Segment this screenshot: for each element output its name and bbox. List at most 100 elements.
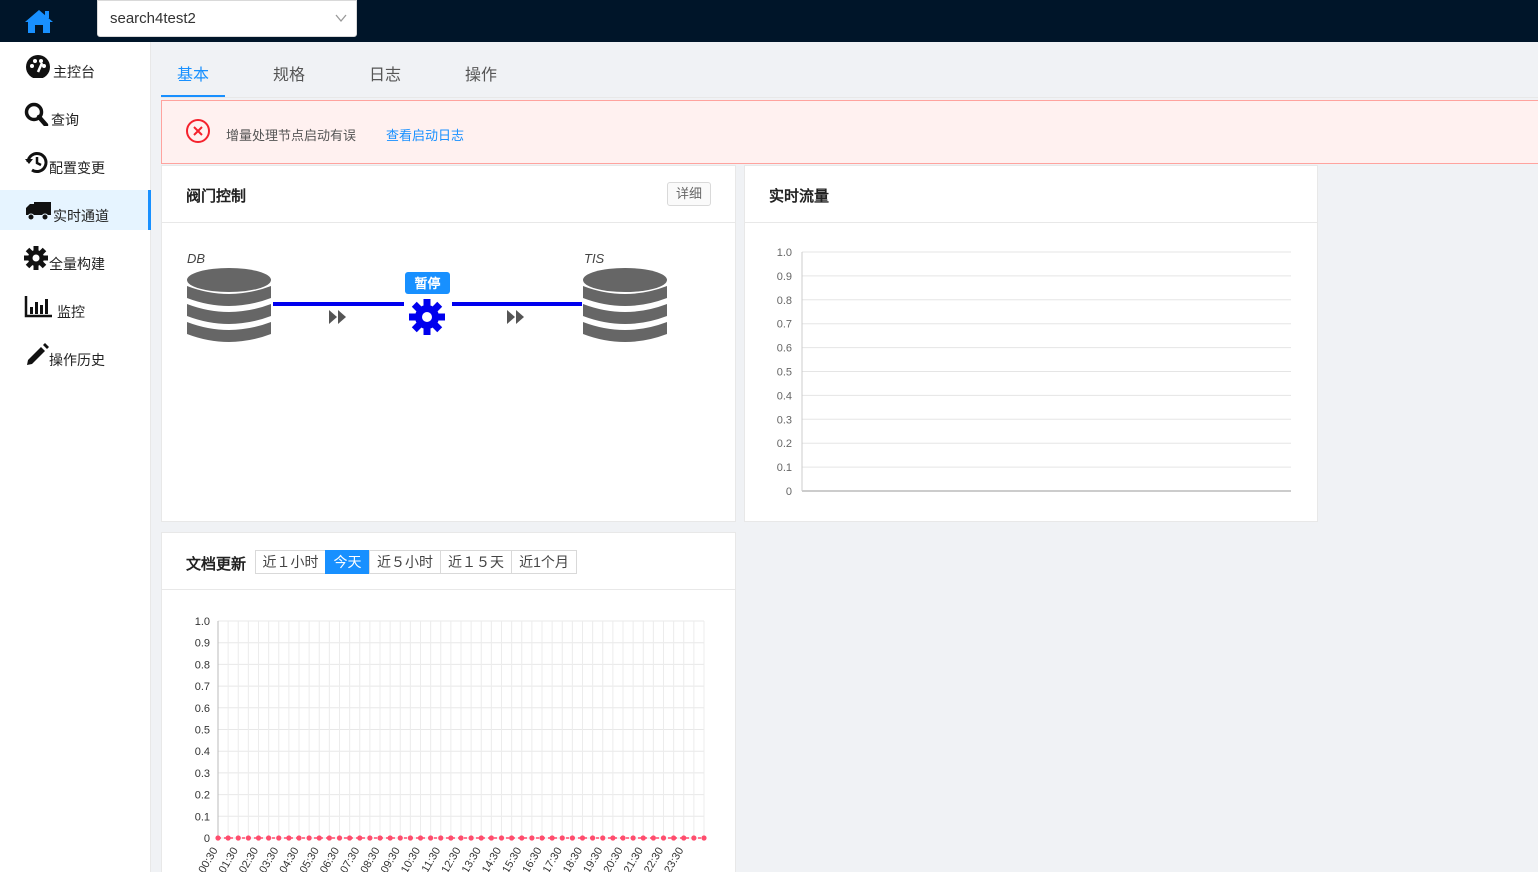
status-badge[interactable]: 暂停 [405,272,450,294]
history-icon [25,152,48,173]
y-tick-label: 0.4 [195,746,210,758]
data-point [590,835,596,841]
y-tick-label: 0.4 [777,390,792,402]
data-point [488,835,494,841]
search-icon [24,102,49,126]
doc-update-card: 文档更新 近１小时 今天 近５小时 近１５天 近1个月 1.0 0.9 0.8 0.7… [161,532,736,872]
y-tick-label: 0.1 [777,462,792,474]
close-circle-icon [186,119,210,143]
data-point [600,835,606,841]
sidebar-item-realtime-channel[interactable]: 实时通道 [0,190,151,230]
y-tick-label: 0.6 [195,703,210,715]
data-point [671,835,677,841]
data-point [640,835,646,841]
view-startup-log-link[interactable]: 查看启动日志 [386,125,464,144]
y-tick-label: 1.0 [777,247,792,259]
sidebar-item-operation-history[interactable]: 操作历史 [0,334,151,374]
card-title: 阀门控制 [186,188,247,205]
y-tick-label: 0.2 [777,438,792,450]
data-point [367,835,373,841]
y-tick-label: 0.5 [777,367,792,379]
flow-chart: 1.0 0.9 0.8 0.7 0.6 0.5 0.4 0.3 0.2 0.1 0 [777,247,1291,498]
x-tick-label: 23:30 [662,846,686,872]
gear-icon [409,299,445,335]
sidebar-item-label: 实时通道 [53,208,109,224]
data-point [569,835,575,841]
y-tick-label: 0.3 [777,414,792,426]
y-tick-label: 0.9 [777,271,792,283]
pencil-icon [27,343,49,365]
tab-active-indicator [161,95,225,97]
data-point [215,835,221,841]
data-point [681,835,687,841]
app-select-value: search4test2 [110,10,196,27]
target-label: TIS [584,251,605,266]
realtime-flow-card: 实时流量 1.0 0.9 0.8 0.7 0.6 0.5 0.4 0.3 0.2 0.1 0 [744,165,1318,522]
doc-update-chart: 1.00.90.80.70.60.50.40.30.20.1000:3001:3… [195,616,707,872]
card-title: 实时流量 [769,188,830,205]
tab-operation[interactable]: 操作 [465,61,497,85]
data-point [559,835,565,841]
home-icon[interactable] [22,6,56,36]
card-title: 文档更新 [186,556,247,573]
y-tick-label: 0.7 [777,319,792,331]
y-tick-label: 0.2 [195,790,210,802]
source-label: DB [187,251,205,266]
range-last-1-hour[interactable]: 近１小时 [255,550,326,574]
y-tick-label: 0.1 [195,811,210,823]
fast-forward-icon [507,310,524,324]
data-point [509,835,515,841]
card-header: 阀门控制 详细 [162,166,735,223]
data-point [448,835,454,841]
data-point [357,835,363,841]
sidebar-item-monitor[interactable]: 监控 [0,286,151,326]
data-point [316,835,322,841]
sidebar-item-dashboard[interactable]: 主控台 [0,46,151,86]
tab-basic[interactable]: 基本 [177,61,209,85]
y-tick-label: 0 [786,486,792,498]
card-header: 文档更新 近１小时 今天 近５小时 近１５天 近1个月 [162,533,735,590]
data-point [326,835,332,841]
y-tick-label: 0.8 [777,295,792,307]
range-last-15-days[interactable]: 近１５天 [440,550,512,574]
range-last-5-hours[interactable]: 近５小时 [369,550,441,574]
data-point [417,835,424,841]
data-point [306,835,312,841]
sidebar-item-config-change[interactable]: 配置变更 [0,142,151,182]
gear-icon [24,246,48,270]
data-point [276,835,282,841]
sidebar-item-label: 全量构建 [49,256,105,272]
tab-spec[interactable]: 规格 [273,61,305,85]
chevron-down-icon [335,14,347,23]
tab-log[interactable]: 日志 [369,61,401,85]
data-point [660,835,667,841]
valve-control-card: 阀门控制 详细 DB 暂停 TIS [161,165,736,522]
app-select[interactable]: search4test2 [97,0,357,37]
pipeline-diagram: DB 暂停 TIS [187,251,667,342]
sidebar-item-label: 操作历史 [49,352,105,368]
status-label: 暂停 [414,276,440,291]
alert-message: 增量处理节点启动有误 [226,128,357,143]
y-tick-label: 0.3 [195,768,210,780]
sidebar-item-label: 监控 [57,304,85,320]
y-tick-label: 0.8 [195,659,210,671]
range-today[interactable]: 今天 [325,550,370,574]
data-point [407,835,413,841]
data-point [458,835,464,841]
detail-button[interactable]: 详细 [667,182,711,206]
data-point [691,835,697,841]
sidebar-item-full-build[interactable]: 全量构建 [0,238,151,278]
range-last-1-month[interactable]: 近1个月 [511,550,577,574]
sidebar-item-label: 主控台 [53,64,95,80]
data-point [235,835,241,841]
data-point [468,835,474,841]
data-point [519,835,525,841]
data-point [701,835,707,841]
data-point [620,835,626,841]
data-point [529,835,535,841]
data-point [245,835,251,841]
data-point [286,835,292,841]
sidebar-item-label: 查询 [51,112,79,128]
sidebar-item-search[interactable]: 查询 [0,94,151,134]
data-point [266,835,272,841]
